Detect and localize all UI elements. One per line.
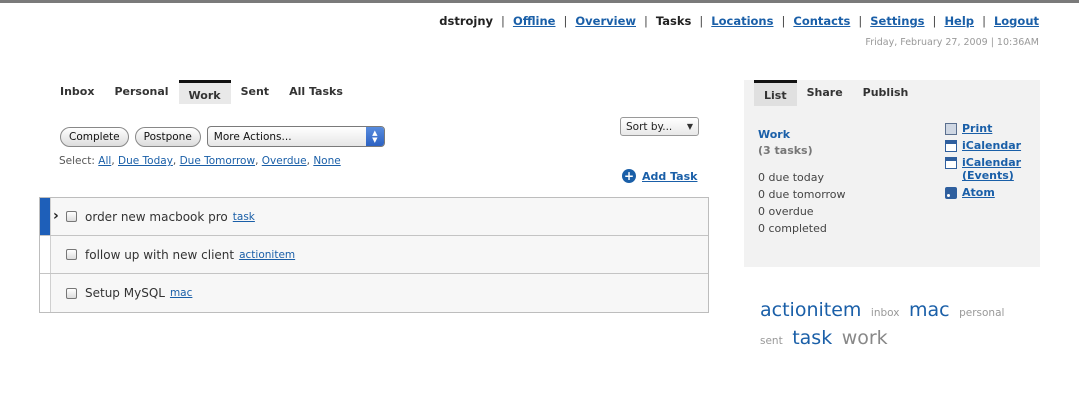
nav-separator: | [781,14,786,28]
task-list: › order new macbook pro task follow up w… [39,197,709,313]
task-name[interactable]: follow up with new client [85,248,234,262]
stat-completed: 0 completed [758,222,827,235]
list-name: Work [758,128,791,141]
nav-contacts[interactable]: Contacts [793,14,850,28]
more-actions-label: More Actions... [213,130,292,143]
tag-task[interactable]: task [792,327,832,349]
nav-tasks-current: Tasks [655,14,692,28]
task-actions: Complete Postpone More Actions... ▲ ▼ [60,126,385,147]
tag-mac[interactable]: mac [909,299,950,321]
stat-due-tomorrow: 0 due tomorrow [758,188,846,201]
nav-separator: | [982,14,986,28]
task-tag[interactable]: mac [170,287,192,299]
task-name[interactable]: Setup MySQL [85,286,165,300]
complete-button[interactable]: Complete [60,126,129,147]
task-gutter [40,236,51,273]
username: dstrojny [439,14,494,28]
task-count: (3 tasks) [758,144,813,157]
calendar-icon [945,140,957,152]
select-arrows-icon: ▲ ▼ [365,127,384,146]
nav-separator: | [563,14,568,28]
task-tag[interactable]: actionitem [239,249,295,261]
icalendar-link[interactable]: iCalendar [962,139,1021,152]
stat-overdue: 0 overdue [758,205,814,218]
icalendar-link-row[interactable]: iCalendar [945,139,1021,152]
nav-logout[interactable]: Logout [994,14,1039,28]
current-task-marker [40,198,51,235]
icalendar-events-link[interactable]: iCalendar (Events) [962,156,1021,182]
task-row[interactable]: Setup MySQL mac [40,274,708,312]
sort-by-select[interactable]: Sort by... ▼ [620,117,699,136]
nav-separator: | [501,14,505,28]
list-stats: 0 due today 0 due tomorrow 0 overdue 0 c… [758,171,846,235]
select-none-link[interactable]: None [313,155,340,167]
tag-work[interactable]: work [842,327,888,349]
task-gutter [40,274,51,312]
task-tag[interactable]: task [233,211,255,223]
list-summary: Work (3 tasks) 0 due today 0 due tomorro… [758,128,846,235]
atom-link-row[interactable]: Atom [945,186,1021,199]
select-all-link[interactable]: All [98,155,111,167]
tab-publish[interactable]: Publish [853,80,919,106]
export-links: Print iCalendar iCalendar (Events) Atom [945,122,1021,203]
printer-icon [945,123,957,135]
nav-settings[interactable]: Settings [870,14,924,28]
icalendar-events-link-row[interactable]: iCalendar (Events) [945,156,1021,182]
nav-help[interactable]: Help [944,14,974,28]
task-row[interactable]: › order new macbook pro task [40,198,708,236]
tag-actionitem[interactable]: actionitem [760,299,861,321]
task-row[interactable]: follow up with new client actionitem [40,236,708,274]
nav-overview[interactable]: Overview [575,14,636,28]
more-actions-select[interactable]: More Actions... ▲ ▼ [206,126,385,147]
tag-personal[interactable]: personal [959,307,1004,319]
print-link[interactable]: Print [962,122,992,135]
select-label: Select: [59,155,95,167]
select-filter-row: Select: All, Due Today, Due Tomorrow, Ov… [59,155,341,167]
select-due-tomorrow-link[interactable]: Due Tomorrow [180,155,255,167]
tab-sent[interactable]: Sent [231,80,279,104]
icalendar-events-suffix: (Events) [962,169,1014,182]
nav-locations[interactable]: Locations [711,14,773,28]
add-task-link[interactable]: Add Task [642,170,697,183]
task-checkbox[interactable] [66,249,77,260]
window-top-border [0,0,1079,3]
sort-by-label: Sort by... [626,120,673,133]
nav-offline[interactable]: Offline [513,14,556,28]
tab-work[interactable]: Work [178,80,231,104]
tab-list[interactable]: List [754,80,797,106]
task-checkbox[interactable] [66,211,77,222]
nav-separator: | [644,14,648,28]
tag-sent[interactable]: sent [760,335,783,347]
current-datetime: Friday, February 27, 2009 | 10:36AM [865,37,1039,48]
atom-link[interactable]: Atom [962,186,995,199]
tab-personal[interactable]: Personal [104,80,178,104]
tab-share[interactable]: Share [797,80,853,106]
nav-separator: | [932,14,937,28]
task-name[interactable]: order new macbook pro [85,210,228,224]
add-task-button[interactable]: + Add Task [622,169,697,183]
stat-due-today: 0 due today [758,171,824,184]
tab-all-tasks[interactable]: All Tasks [279,80,353,104]
nav-separator: | [858,14,863,28]
chevron-down-icon: ▼ [686,122,693,131]
tag-inbox[interactable]: inbox [871,307,900,319]
top-navigation: dstrojny | Offline | Overview | Tasks | … [439,14,1039,28]
print-link-row[interactable]: Print [945,122,1021,135]
chevron-right-icon: › [53,208,59,224]
select-overdue-link[interactable]: Overdue [262,155,307,167]
plus-icon: + [622,169,636,183]
tag-cloud: actionitem inbox mac personal sent task … [760,298,1030,354]
list-details-panel: List Share Publish Work (3 tasks) 0 due … [744,80,1040,267]
postpone-button[interactable]: Postpone [134,126,201,147]
rss-feed-icon [945,187,957,199]
list-tabs: Inbox Personal Work Sent All Tasks [50,80,353,104]
panel-tabs: List Share Publish [754,80,918,106]
task-checkbox[interactable] [66,287,77,299]
calendar-icon [945,157,957,169]
nav-separator: | [699,14,704,28]
tab-inbox[interactable]: Inbox [50,80,104,104]
select-due-today-link[interactable]: Due Today [118,155,173,167]
icalendar-events-label: iCalendar [962,156,1022,169]
